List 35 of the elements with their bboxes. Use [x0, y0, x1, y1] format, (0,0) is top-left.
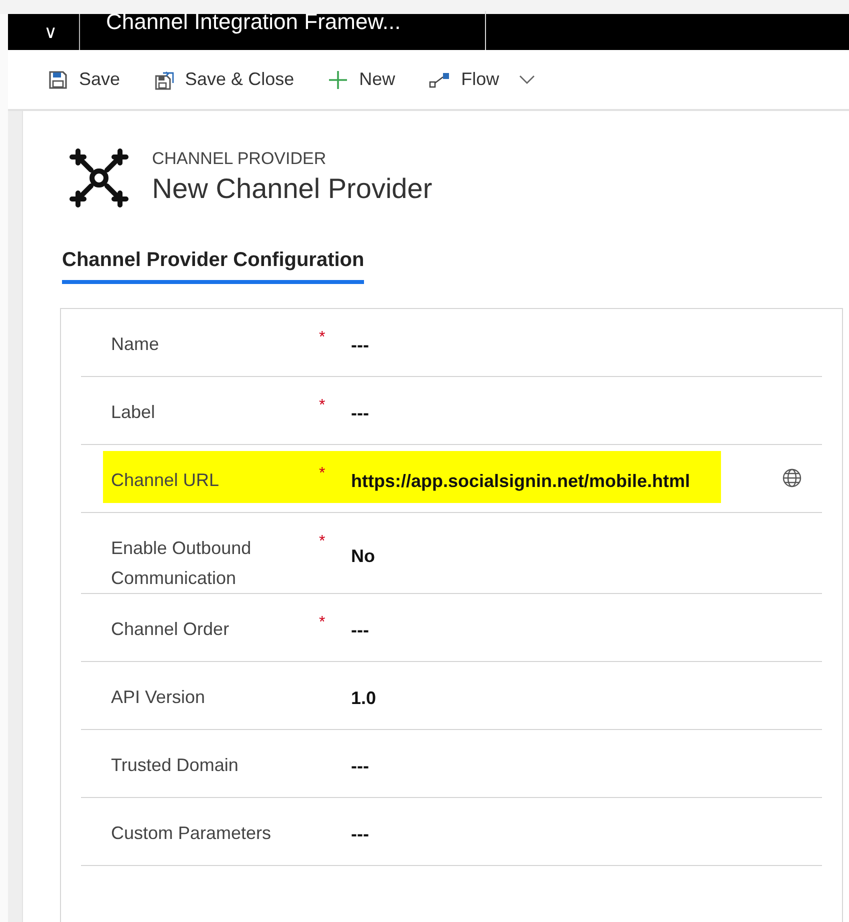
- field-value[interactable]: ---: [351, 614, 782, 641]
- chevron-down-icon[interactable]: [519, 75, 536, 84]
- required-asterisk: *: [319, 532, 326, 551]
- required-asterisk: *: [319, 613, 326, 632]
- command-button[interactable]: Flow: [429, 69, 500, 90]
- field-label: Channel Order: [110, 618, 230, 641]
- command-button[interactable]: Save & Close: [154, 69, 294, 90]
- field-value[interactable]: ---: [351, 750, 782, 777]
- field-value[interactable]: ---: [351, 818, 782, 845]
- field-label: Channel URL: [110, 469, 220, 492]
- save-close-icon: [154, 70, 174, 90]
- field-value[interactable]: ---: [351, 397, 782, 424]
- field-label: Name: [110, 333, 160, 356]
- form-tab[interactable]: Channel Provider Configuration: [62, 249, 364, 284]
- plus-icon: [328, 70, 348, 90]
- command-button[interactable]: Save: [48, 69, 120, 90]
- field-label: Custom Parameters: [110, 822, 272, 845]
- flow-icon: [429, 70, 450, 88]
- field-value[interactable]: ---: [351, 329, 782, 356]
- field-value[interactable]: https://app.socialsignin.net/mobile.html: [351, 465, 782, 492]
- field-value[interactable]: No: [351, 540, 782, 566]
- field-value[interactable]: 1.0: [351, 682, 782, 709]
- network-icon: [68, 147, 130, 209]
- field-label: Label: [110, 401, 156, 424]
- field-label: Enable Outbound Communication: [110, 537, 252, 590]
- command-button[interactable]: New: [328, 69, 396, 90]
- record-title: New Channel Provider: [152, 173, 432, 205]
- globe-icon[interactable]: [782, 468, 802, 488]
- save-icon: [48, 70, 68, 90]
- field-label: Trusted Domain: [110, 754, 238, 777]
- required-asterisk: *: [319, 396, 326, 415]
- field-label: API Version: [110, 686, 206, 709]
- required-asterisk: *: [319, 464, 326, 483]
- required-asterisk: *: [319, 328, 326, 347]
- entity-type: CHANNEL PROVIDER: [152, 149, 328, 169]
